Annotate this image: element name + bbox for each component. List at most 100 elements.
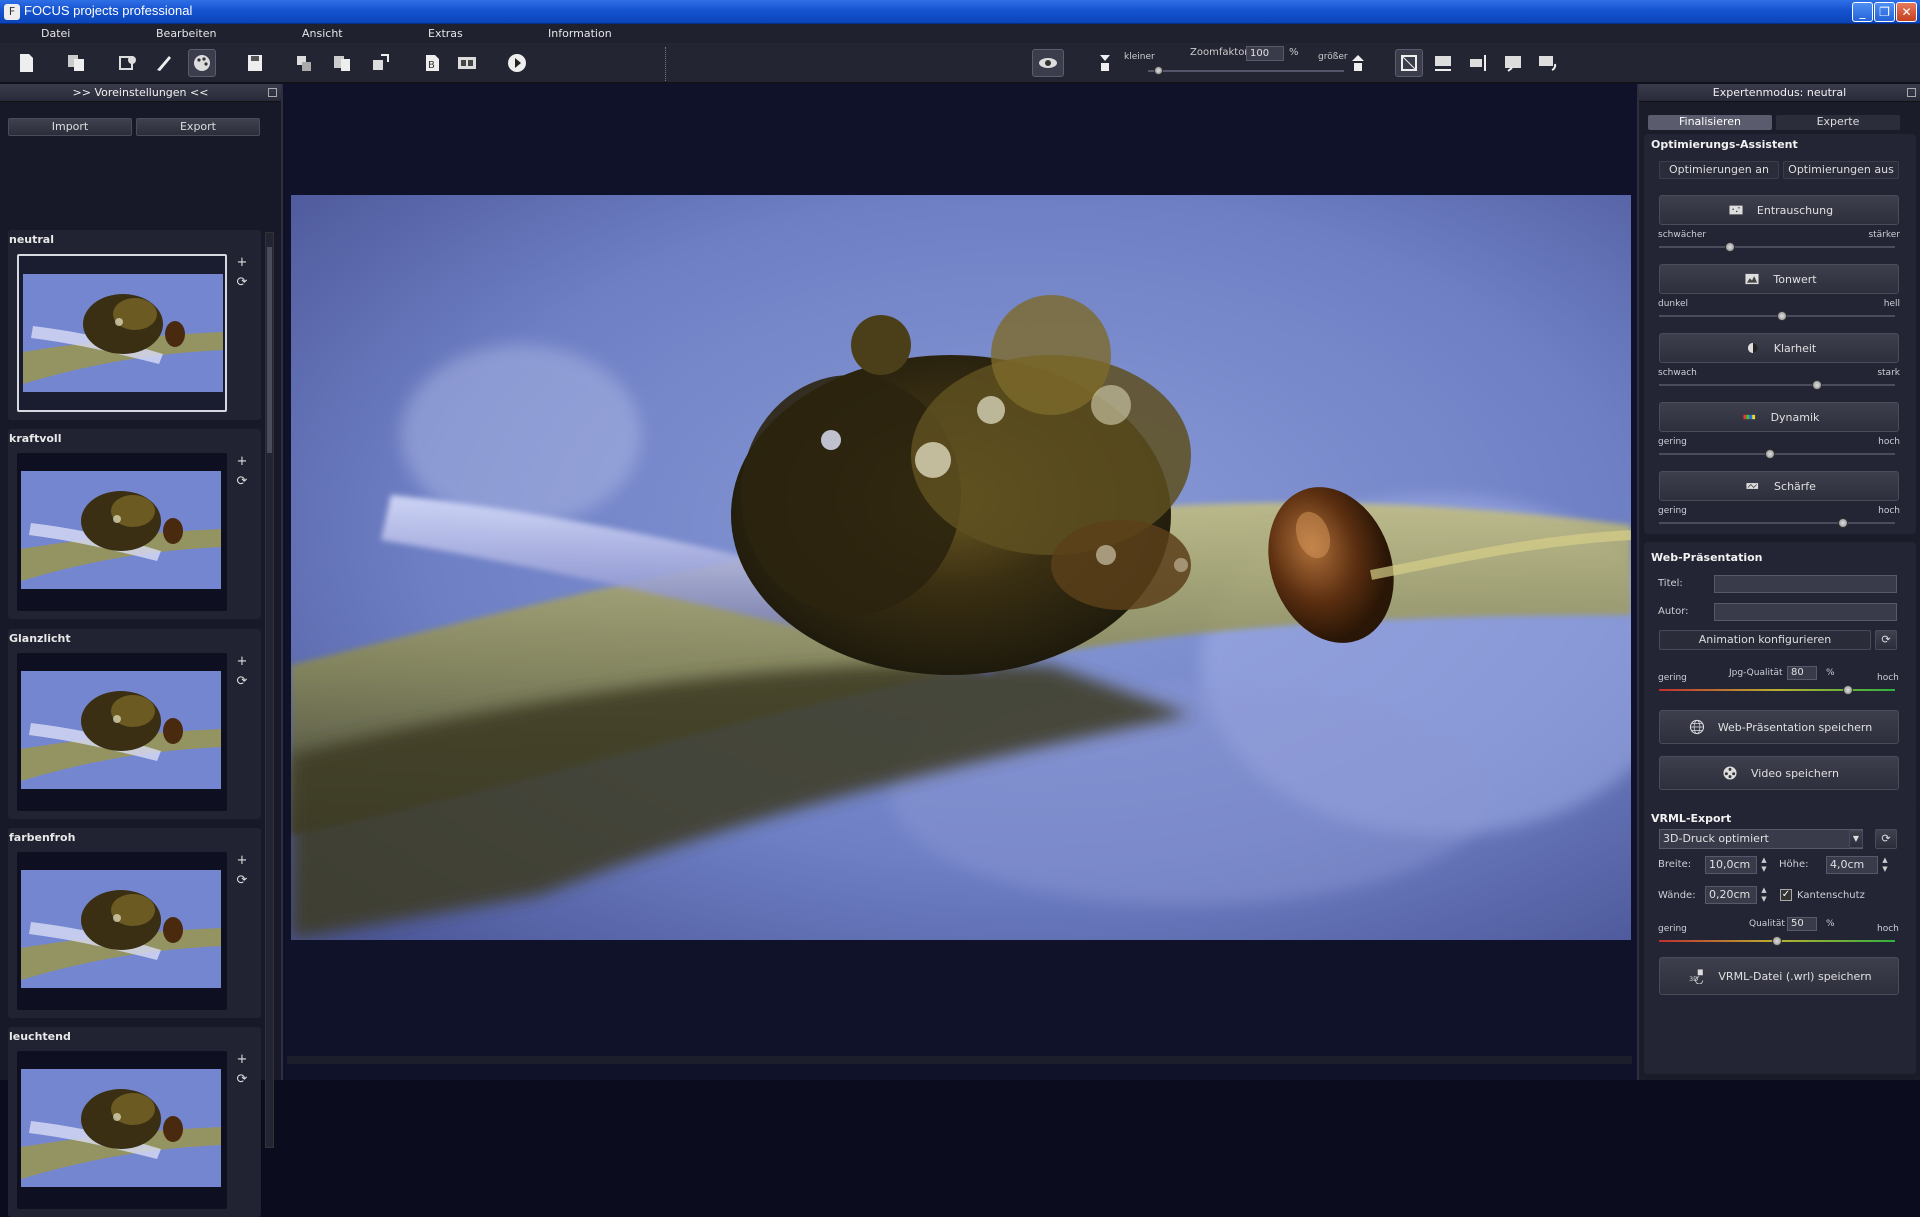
preset-item[interactable]: kraftvoll + ⟳	[8, 429, 261, 619]
add-preset-icon[interactable]: +	[235, 655, 249, 669]
tab-experte[interactable]: Experte	[1776, 115, 1900, 130]
refresh-icon[interactable]: ⟳	[1875, 630, 1897, 650]
jpg-quality-slider[interactable]	[1659, 685, 1895, 695]
settings-icon[interactable]	[114, 49, 142, 77]
menu-extras[interactable]: Extras	[428, 27, 463, 40]
presets-scrollbar[interactable]	[265, 232, 274, 1148]
add-preset-icon[interactable]: +	[235, 256, 249, 270]
jpg-quality-input[interactable]: 80	[1787, 666, 1817, 680]
brush-icon[interactable]	[150, 49, 178, 77]
optimizer-slider-knob[interactable]	[1776, 311, 1787, 321]
optimizations-on-button[interactable]: Optimierungen an	[1659, 161, 1779, 179]
preset-thumbnail[interactable]	[17, 254, 227, 412]
bold-export-icon[interactable]: B	[418, 49, 446, 77]
eye-icon[interactable]	[1032, 49, 1064, 77]
preset-thumbnail[interactable]	[17, 852, 227, 1010]
vrml-mode-select[interactable]: 3D-Druck optimiert	[1659, 829, 1863, 849]
vrml-height-input[interactable]: 4,0cm	[1826, 856, 1878, 874]
preset-thumbnail[interactable]	[17, 453, 227, 611]
save-vrml-button[interactable]: 3D VRML-Datei (.wrl) speichern	[1659, 957, 1899, 995]
height-icon[interactable]	[1464, 49, 1492, 77]
optimizer-slider[interactable]	[1659, 242, 1895, 252]
apply-preset-icon[interactable]: ⟳	[235, 675, 249, 689]
apply-preset-icon[interactable]: ⟳	[235, 475, 249, 489]
preset-thumbnail[interactable]	[17, 1051, 227, 1209]
new-document-icon[interactable]	[12, 49, 40, 77]
horizontal-scrollbar[interactable]	[287, 1056, 1632, 1064]
apply-preset-icon[interactable]: ⟳	[235, 276, 249, 290]
optimizer-slider[interactable]	[1659, 380, 1895, 390]
apply-preset-icon[interactable]: ⟳	[235, 874, 249, 888]
vrml-walls-stepper[interactable]: ▲ ▼	[1758, 886, 1770, 904]
zoom-value-field[interactable]: 100	[1246, 46, 1284, 61]
preset-item[interactable]: farbenfroh + ⟳	[8, 828, 261, 1018]
image-viewport[interactable]	[285, 84, 1635, 1074]
web-title-input[interactable]	[1714, 575, 1897, 593]
vrml-width-input[interactable]: 10,0cm	[1705, 856, 1757, 874]
tab-finalisieren[interactable]: Finalisieren	[1648, 115, 1772, 130]
save-web-presentation-button[interactable]: Web-Präsentation speichern	[1659, 710, 1899, 744]
vrml-quality-input[interactable]: 50	[1787, 917, 1817, 931]
zoom-slider-knob[interactable]	[1153, 66, 1163, 75]
web-author-input[interactable]	[1714, 603, 1897, 621]
vrml-walls-input[interactable]: 0,20cm	[1705, 886, 1757, 904]
preset-thumbnail[interactable]	[17, 653, 227, 811]
window-icon[interactable]	[1499, 49, 1527, 77]
export-icon[interactable]	[290, 49, 318, 77]
save-icon[interactable]	[241, 49, 269, 77]
optimizer-label: Dynamik	[1770, 410, 1820, 424]
close-button[interactable]: ✕	[1896, 2, 1917, 22]
save-video-button[interactable]: Video speichern	[1659, 756, 1899, 790]
pin-icon[interactable]	[1907, 88, 1916, 97]
add-preset-icon[interactable]: +	[235, 1053, 249, 1067]
export-button[interactable]: Export	[136, 118, 260, 136]
palette-icon[interactable]	[188, 49, 216, 77]
optimizer-slider[interactable]	[1659, 518, 1895, 528]
vrml-width-stepper[interactable]: ▲ ▼	[1758, 856, 1770, 874]
fit-icon[interactable]	[1395, 49, 1423, 77]
share-icon[interactable]	[366, 49, 394, 77]
vrml-height-stepper[interactable]: ▲ ▼	[1879, 856, 1891, 874]
maximize-button[interactable]: ❐	[1874, 2, 1895, 22]
zoom-out-icon[interactable]	[1092, 49, 1120, 77]
optimizer-button-2[interactable]: Klarheit	[1659, 333, 1899, 363]
chevron-down-icon[interactable]: ▼	[1849, 830, 1863, 848]
add-preset-icon[interactable]: +	[235, 455, 249, 469]
add-preset-icon[interactable]: +	[235, 854, 249, 868]
copy-icon[interactable]	[62, 49, 90, 77]
filmstrip-icon[interactable]	[453, 49, 481, 77]
optimizer-slider[interactable]	[1659, 449, 1895, 459]
animation-configure-button[interactable]: Animation konfigurieren	[1659, 630, 1871, 650]
layers-icon[interactable]	[328, 49, 356, 77]
optimizer-button-4[interactable]: Schärfe	[1659, 471, 1899, 501]
apply-preset-icon[interactable]: ⟳	[235, 1073, 249, 1087]
scrollbar-thumb[interactable]	[267, 247, 272, 453]
optimizer-button-3[interactable]: Dynamik	[1659, 402, 1899, 432]
vrml-quality-knob[interactable]	[1772, 936, 1782, 946]
preset-item[interactable]: leuchtend + ⟳	[8, 1027, 261, 1217]
import-button[interactable]: Import	[8, 118, 132, 136]
optimizer-button-1[interactable]: Tonwert	[1659, 264, 1899, 294]
vrml-refresh-icon[interactable]: ⟳	[1875, 829, 1897, 849]
optimizer-slider-knob[interactable]	[1764, 449, 1775, 459]
jpg-quality-knob[interactable]	[1842, 685, 1853, 695]
width-icon[interactable]	[1429, 49, 1457, 77]
edge-protection-checkbox[interactable]: ✓	[1780, 889, 1792, 901]
optimizations-off-button[interactable]: Optimierungen aus	[1783, 161, 1899, 179]
menu-information[interactable]: Information	[548, 27, 612, 40]
optimizer-slider-knob[interactable]	[1724, 242, 1735, 252]
menu-datei[interactable]: Datei	[41, 27, 70, 40]
preset-item[interactable]: neutral + ⟳	[8, 230, 261, 420]
optimizer-slider[interactable]	[1659, 311, 1895, 321]
optimizer-button-0[interactable]: Entrauschung	[1659, 195, 1899, 225]
zoom-slider[interactable]	[1148, 66, 1344, 75]
rotate-icon[interactable]	[1533, 49, 1561, 77]
preset-item[interactable]: Glanzlicht + ⟳	[8, 629, 261, 819]
menu-ansicht[interactable]: Ansicht	[302, 27, 343, 40]
minimize-button[interactable]: _	[1852, 2, 1873, 22]
play-icon[interactable]	[503, 49, 531, 77]
pin-icon[interactable]	[268, 88, 277, 97]
menu-bearbeiten[interactable]: Bearbeiten	[156, 27, 216, 40]
vrml-quality-slider[interactable]	[1659, 936, 1895, 946]
zoom-in-icon[interactable]	[1345, 49, 1373, 77]
